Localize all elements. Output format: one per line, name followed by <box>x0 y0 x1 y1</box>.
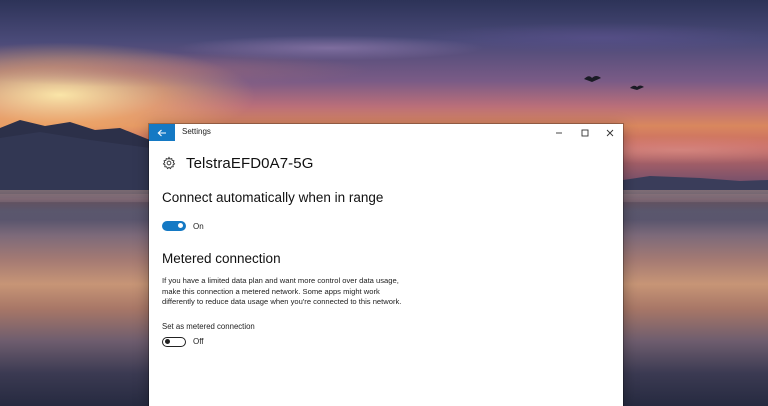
minimize-icon <box>555 129 563 137</box>
metered-toggle[interactable] <box>162 336 186 347</box>
metered-description: If you have a limited data plan and want… <box>162 276 402 307</box>
auto-connect-row: On <box>162 221 610 231</box>
back-button[interactable] <box>149 124 175 141</box>
toggle-knob <box>165 338 170 344</box>
metered-setting-label: Set as metered connection <box>162 321 255 331</box>
metered-row: Off <box>162 336 610 347</box>
settings-window: Settings TelstraEFD0A7-5G Connect automa… <box>149 124 623 406</box>
auto-connect-heading: Connect automatically when in range <box>162 190 384 205</box>
gear-icon <box>162 156 176 170</box>
maximize-button[interactable] <box>572 124 598 141</box>
close-button[interactable] <box>597 124 623 141</box>
auto-connect-state: On <box>193 221 204 231</box>
toggle-knob <box>178 223 183 228</box>
close-icon <box>606 129 614 137</box>
network-name: TelstraEFD0A7-5G <box>186 154 314 172</box>
title-bar: Settings <box>149 124 623 141</box>
minimize-button[interactable] <box>546 124 572 141</box>
birds <box>584 76 644 90</box>
window-title: Settings <box>182 127 211 136</box>
network-header: TelstraEFD0A7-5G <box>162 154 610 172</box>
arrow-left-icon <box>157 129 167 137</box>
settings-content: TelstraEFD0A7-5G Connect automatically w… <box>162 154 610 347</box>
metered-state: Off <box>193 337 204 347</box>
maximize-icon <box>581 129 589 137</box>
metered-heading: Metered connection <box>162 251 281 266</box>
auto-connect-toggle[interactable] <box>162 221 186 231</box>
